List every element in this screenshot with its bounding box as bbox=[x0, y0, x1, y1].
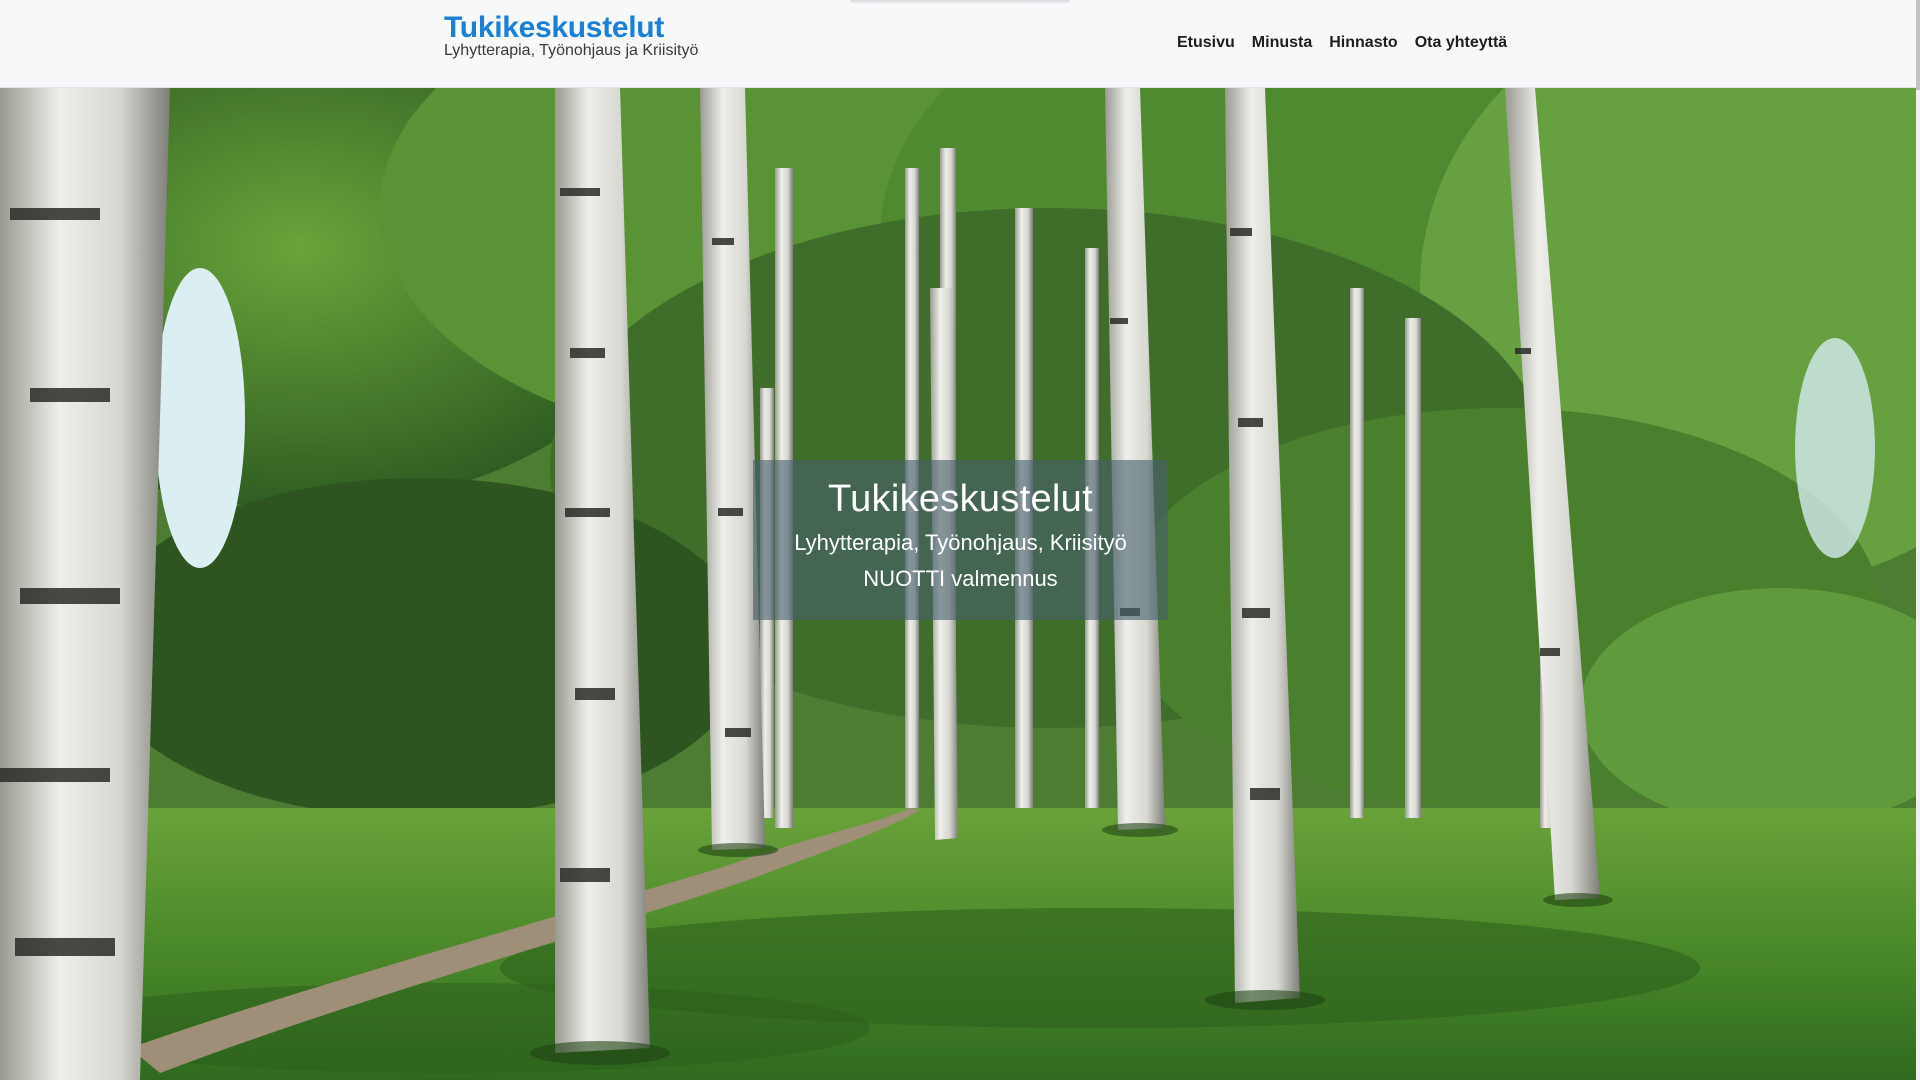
hero-title: Tukikeskustelut bbox=[828, 478, 1093, 520]
header-shadow bbox=[850, 0, 1070, 4]
hero-coaching-line: NUOTTI valmennus bbox=[863, 566, 1058, 591]
nav-etusivu[interactable]: Etusivu bbox=[1177, 34, 1235, 52]
hero-services-line: Lyhytterapia, Työnohjaus, Kriisityö bbox=[794, 530, 1127, 555]
hero-section: Tukikeskustelut Lyhytterapia, Työnohjaus… bbox=[0, 88, 1916, 1080]
site-title: Tukikeskustelut bbox=[444, 11, 665, 44]
site-subtitle: Lyhytterapia, Työnohjaus ja Kriisityö bbox=[444, 42, 699, 59]
site-header: Tukikeskustelut Lyhytterapia, Työnohjaus… bbox=[0, 0, 1916, 88]
nav-ota-yhteytta[interactable]: Ota yhteyttä bbox=[1415, 34, 1507, 52]
site-logo-link[interactable]: Tukikeskustelut Lyhytterapia, Työnohjaus… bbox=[444, 12, 698, 60]
page-scrollbar[interactable] bbox=[1916, 0, 1920, 1080]
nav-minusta[interactable]: Minusta bbox=[1252, 34, 1312, 52]
scrollbar-thumb[interactable] bbox=[1916, 0, 1920, 90]
hero-caption-box: Tukikeskustelut Lyhytterapia, Työnohjaus… bbox=[753, 460, 1168, 620]
main-nav: Etusivu Minusta Hinnasto Ota yhteyttä bbox=[1177, 34, 1507, 52]
nav-hinnasto[interactable]: Hinnasto bbox=[1329, 34, 1397, 52]
